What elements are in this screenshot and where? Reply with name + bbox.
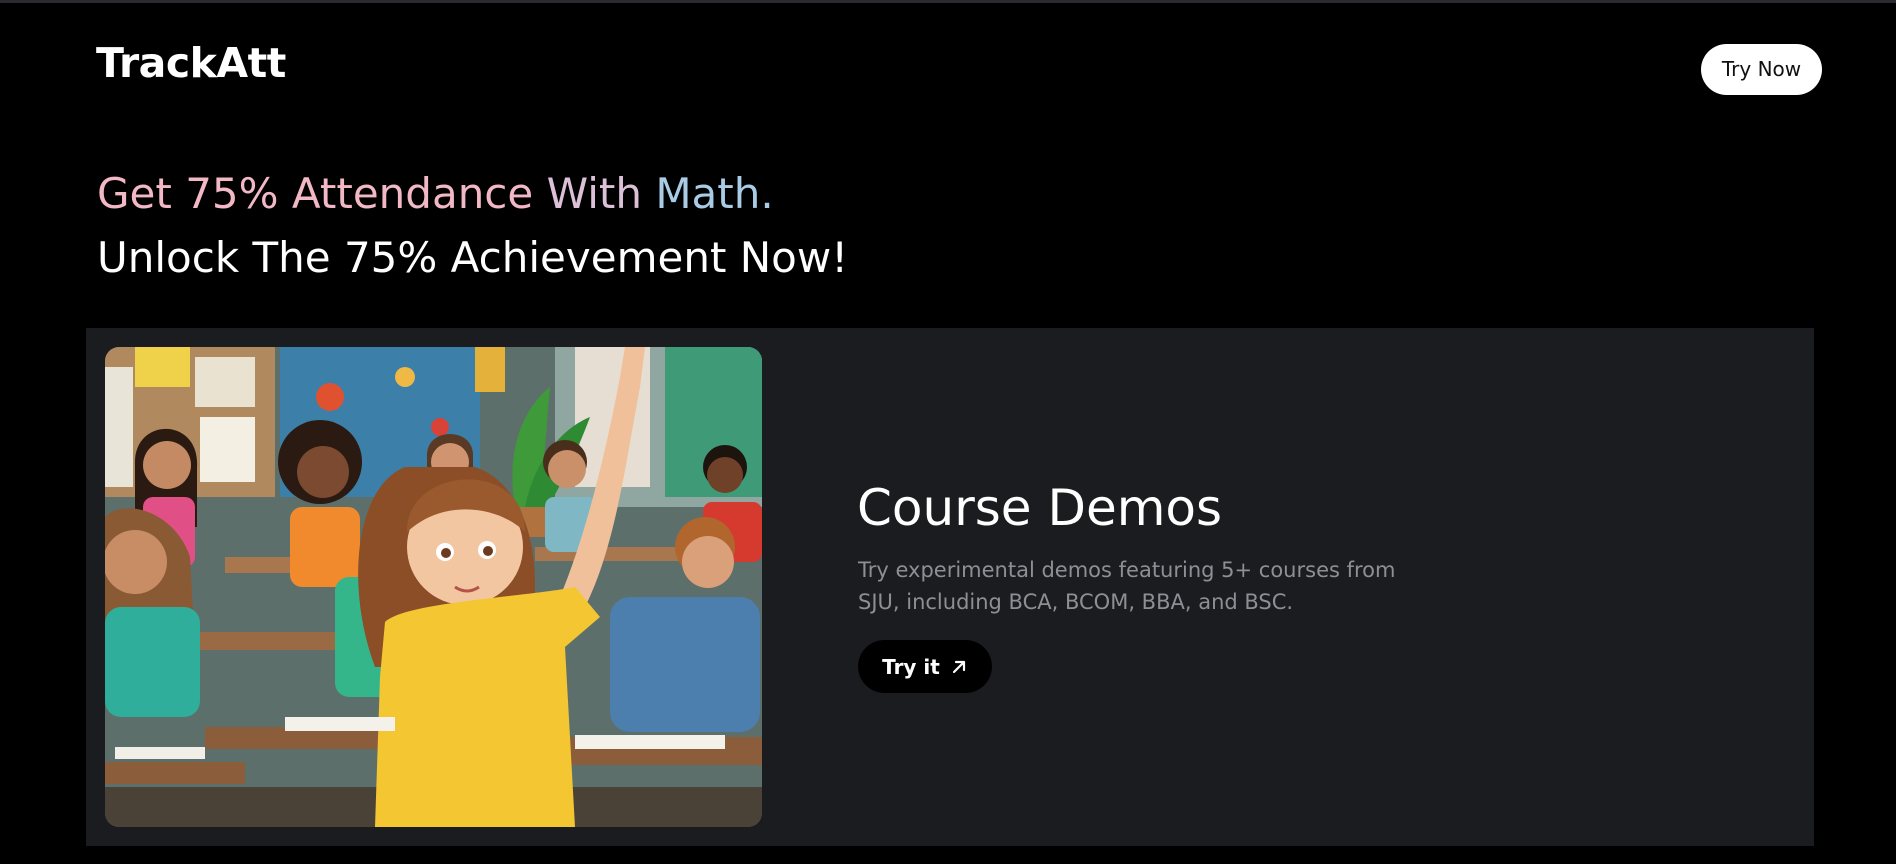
hero-headline-part3: Math.: [641, 169, 774, 218]
top-border: [0, 0, 1896, 3]
card-description: Try experimental demos featuring 5+ cour…: [858, 558, 1396, 614]
card-title: Course Demos: [857, 479, 1223, 537]
hero-subheadline: Unlock The 75% Achievement Now!: [97, 233, 849, 282]
hero-headline-part2: With: [533, 169, 642, 218]
classroom-illustration: [105, 347, 762, 827]
course-demos-card: Course Demos Try experimental demos feat…: [86, 328, 1814, 846]
hero-headline-part1: Get 75% Attendance: [97, 169, 534, 218]
try-it-button[interactable]: Try it: [858, 640, 992, 693]
try-now-button[interactable]: Try Now: [1701, 44, 1822, 95]
logo[interactable]: TrackAtt: [96, 38, 286, 88]
arrow-up-right-icon: [950, 658, 968, 676]
try-it-label: Try it: [882, 654, 940, 679]
hero-headline: Get 75% Attendance With Math.: [97, 168, 774, 220]
